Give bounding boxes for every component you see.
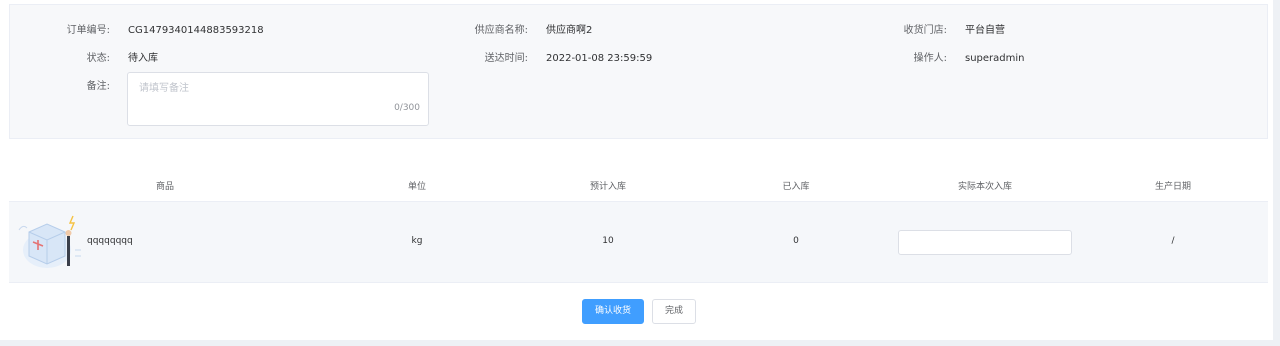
- row-production-date: /: [1171, 236, 1175, 246]
- header-unit: 单位: [407, 182, 427, 192]
- delivery-time-value: 2022-01-08 23:59:59: [546, 53, 653, 64]
- header-received: 已入库: [782, 182, 810, 192]
- remark-textarea[interactable]: [128, 73, 428, 125]
- header-expected: 预计入库: [589, 182, 627, 192]
- actual-quantity-input[interactable]: [898, 230, 1072, 255]
- done-button[interactable]: 完成: [652, 299, 696, 324]
- status-label: 状态:: [86, 53, 110, 64]
- delivery-time-label: 送达时间:: [484, 53, 528, 64]
- order-receive-page: 订单编号: CG1479340144883593218 供应商名称: 供应商啊2…: [0, 0, 1273, 340]
- table-header: 商品 单位 预计入库 已入库 实际本次入库 生产日期: [9, 170, 1268, 200]
- row-expected: 10: [602, 236, 614, 246]
- store-label: 收货门店:: [903, 25, 947, 36]
- order-no-value: CG1479340144883593218: [128, 25, 264, 36]
- row-unit: kg: [411, 236, 423, 246]
- operator-value: superadmin: [965, 53, 1025, 64]
- order-no-label: 订单编号:: [66, 25, 110, 36]
- header-actual: 实际本次入库: [957, 182, 1013, 192]
- product-name: qqqqqqqq: [87, 236, 133, 246]
- store-value: 平台自营: [965, 25, 1005, 36]
- table-row: qqqqqqqq kg 10 0 /: [9, 201, 1268, 283]
- operator-label: 操作人:: [913, 53, 947, 64]
- remark-char-count: 0/300: [394, 103, 420, 113]
- remark-label: 备注:: [86, 81, 110, 92]
- product-image: [18, 215, 81, 268]
- header-production-date: 生产日期: [1154, 182, 1192, 192]
- status-value: 待入库: [128, 53, 158, 64]
- header-product: 商品: [155, 182, 175, 192]
- confirm-receipt-button[interactable]: 确认收货: [582, 299, 644, 324]
- row-received: 0: [793, 236, 799, 246]
- supplier-label: 供应商名称:: [474, 25, 528, 36]
- supplier-value: 供应商啊2: [546, 25, 593, 36]
- remark-field[interactable]: 0/300: [127, 72, 429, 126]
